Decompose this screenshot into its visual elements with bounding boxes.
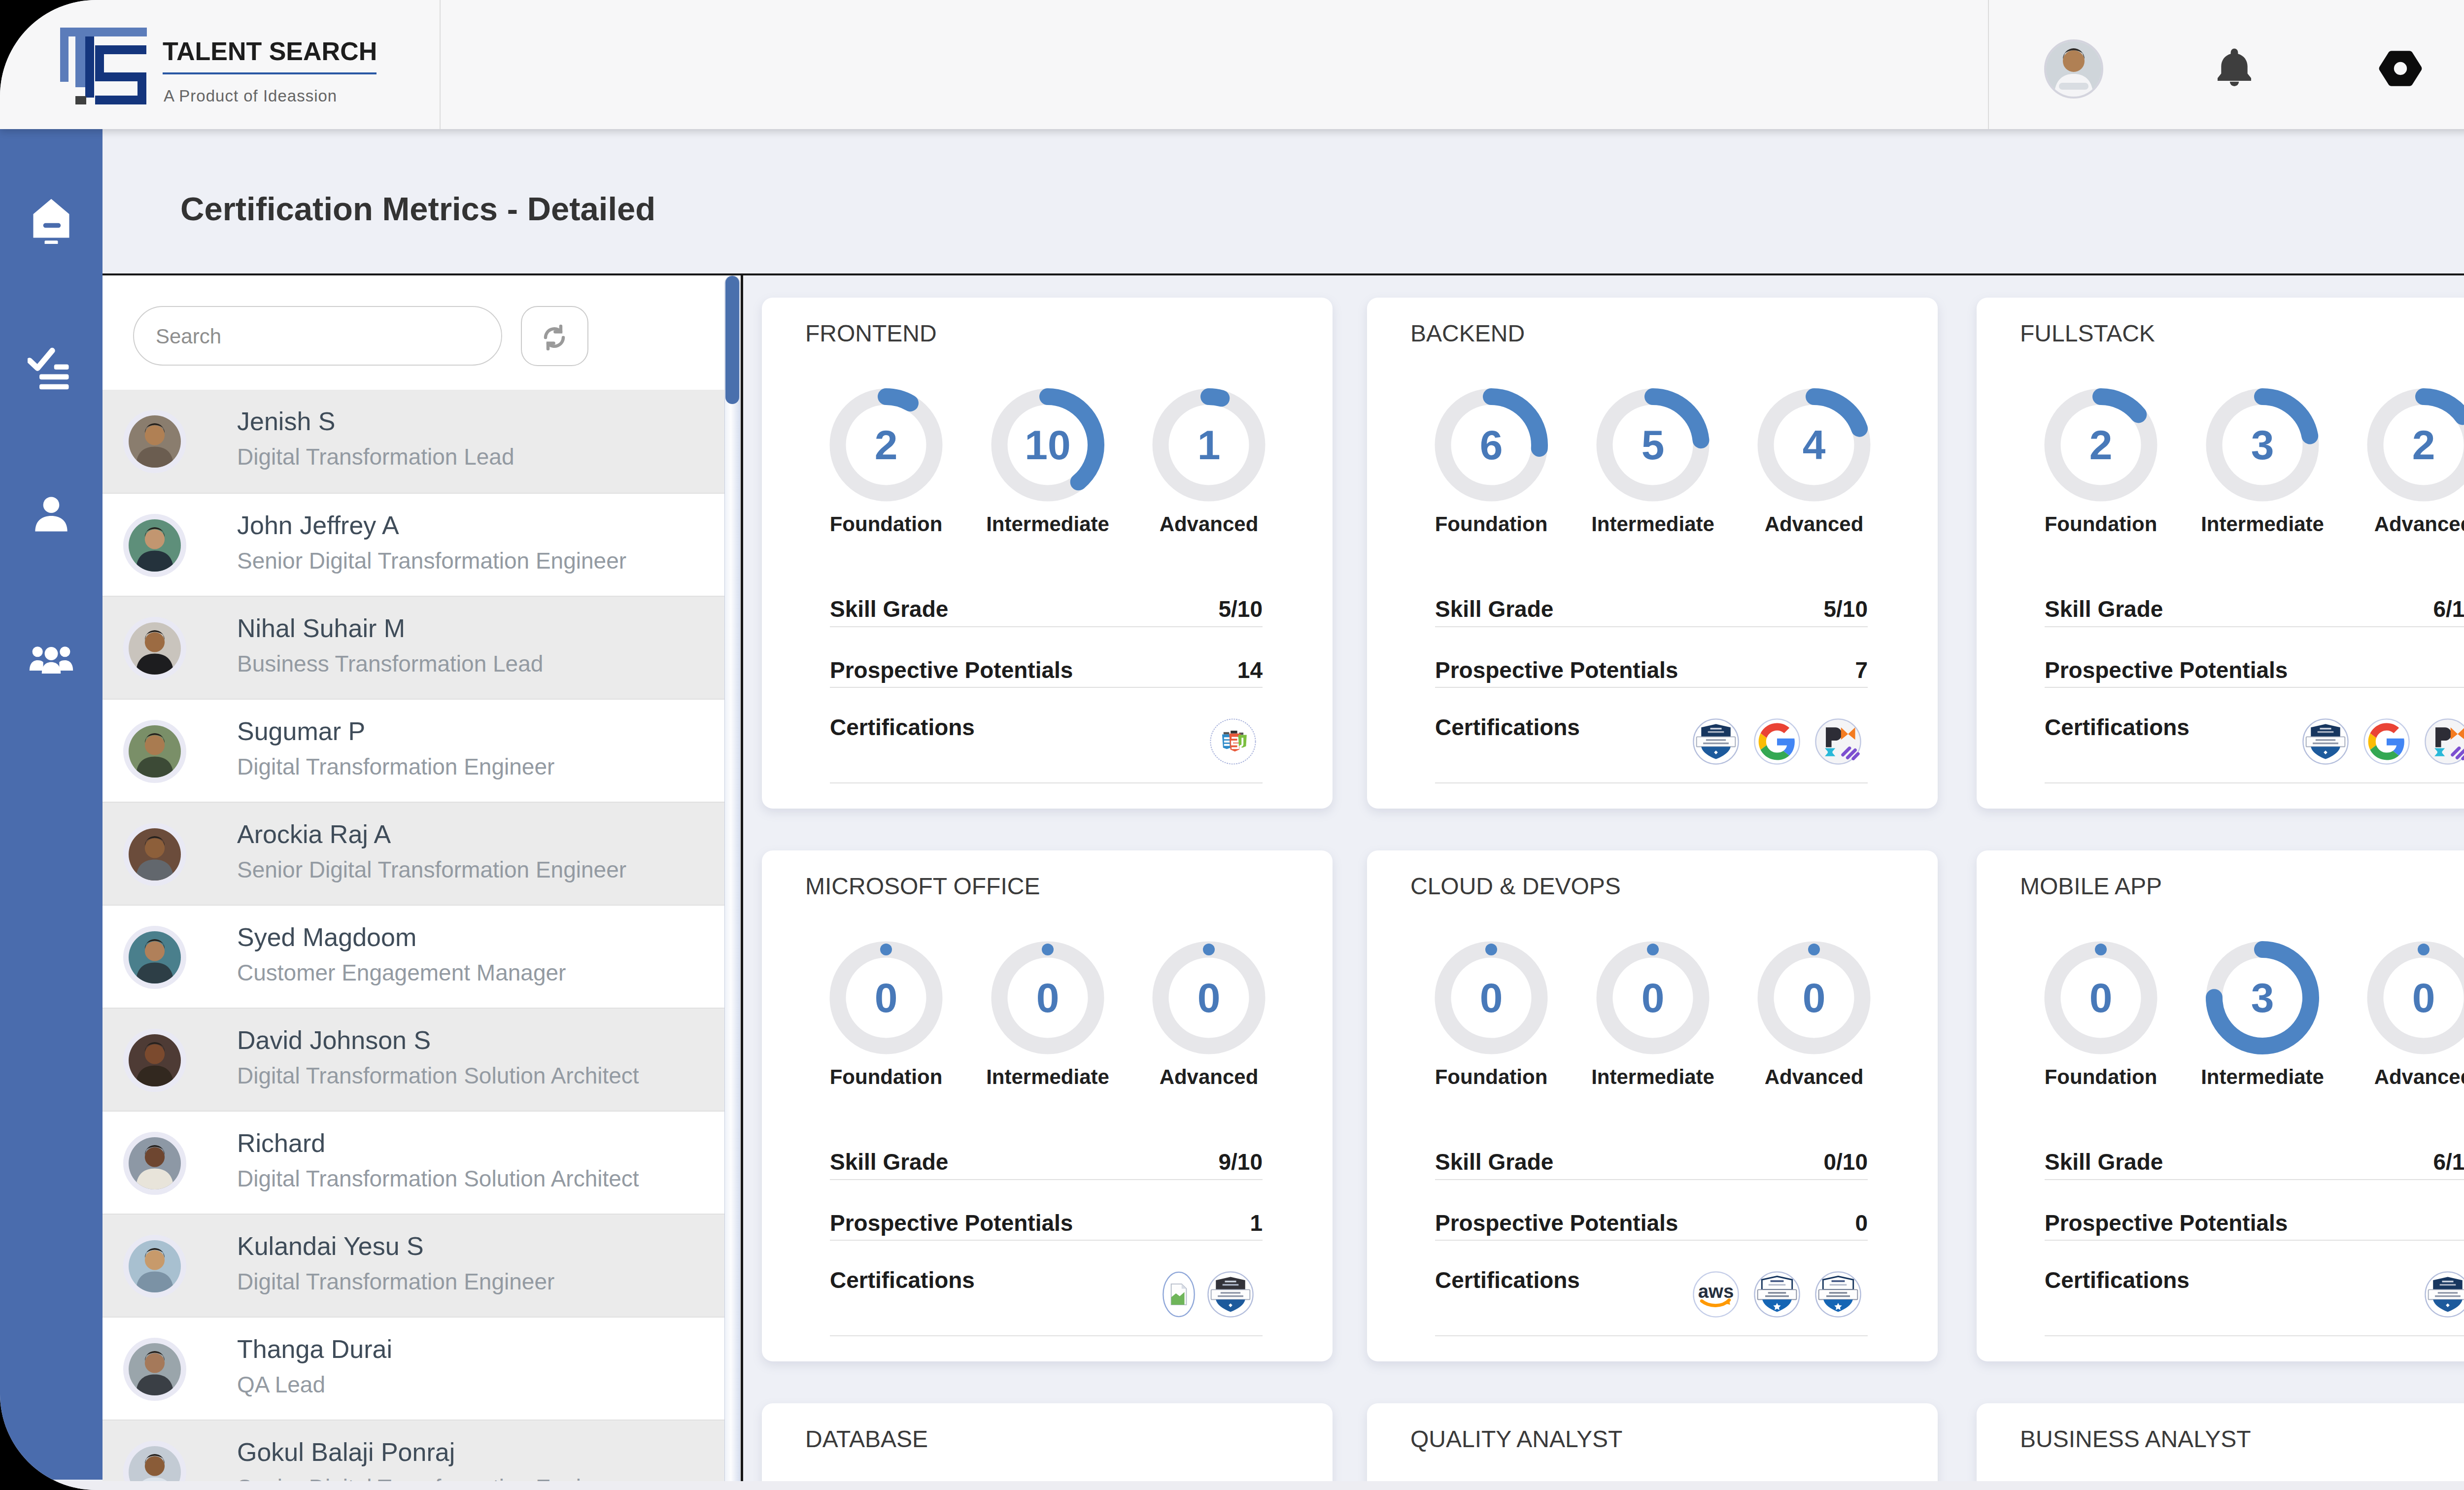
svg-text:aws: aws: [1698, 1281, 1734, 1302]
